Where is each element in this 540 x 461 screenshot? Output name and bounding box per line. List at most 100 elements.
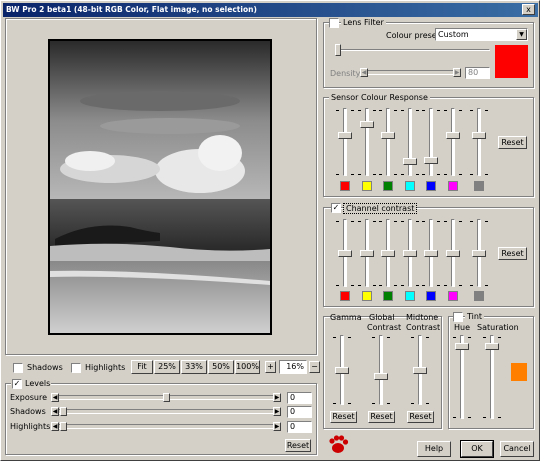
chevron-down-icon[interactable]: ▼ — [516, 29, 527, 40]
tone-slider-thumb-2[interactable] — [413, 366, 427, 374]
sensor-slider-thumb-4[interactable] — [424, 156, 438, 164]
tint-slider-tick — [468, 417, 471, 418]
sensor-slider-track-5[interactable] — [451, 108, 455, 176]
sensor-slider-thumb-3[interactable] — [403, 158, 417, 166]
tone-slider-tick — [372, 403, 375, 404]
sensor-slider-track-6[interactable] — [477, 108, 481, 176]
window-title: BW Pro 2 beta1 (48-bit RGB Color, Flat i… — [6, 5, 257, 14]
lens-hue-slider[interactable] — [335, 44, 490, 56]
sensor-slider-track-1[interactable] — [365, 108, 369, 176]
tint-slider-tick — [453, 417, 456, 418]
tint-slider-tick — [453, 337, 456, 338]
channel-slider-tick — [485, 285, 488, 286]
levels-highlights-value[interactable]: 0 — [287, 421, 312, 433]
channel-slider-thumb-0[interactable] — [338, 249, 352, 257]
sensor-slider-thumb-6[interactable] — [472, 132, 486, 140]
zoom-50-button[interactable]: 50% — [208, 360, 234, 374]
channel-slider-tick — [416, 285, 419, 286]
tone-slider-tick — [348, 337, 351, 338]
tint-colour-swatch[interactable] — [511, 363, 527, 381]
density-value[interactable]: 80 — [465, 67, 490, 79]
hue-label: Hue — [454, 323, 471, 332]
lens-filter-checkbox[interactable] — [329, 18, 339, 28]
sensor-slider-tick — [437, 174, 440, 175]
lens-colour-swatch[interactable] — [495, 45, 528, 78]
zoom-25-button[interactable]: 25% — [154, 360, 180, 374]
density-slider[interactable]: ◀ ▶ — [360, 68, 461, 77]
channel-slider-thumb-5[interactable] — [446, 249, 460, 257]
channel-slider-tick — [351, 221, 354, 222]
midtone-contrast-label-2: Contrast — [406, 323, 441, 332]
zoom-in-button[interactable]: + — [265, 361, 276, 373]
highlights-checkbox[interactable] — [71, 363, 81, 373]
channel-slider-tick — [470, 221, 473, 222]
tint-slider-tick — [483, 417, 486, 418]
sensor-slider-tick — [459, 174, 462, 175]
midtone-contrast-reset-button[interactable]: Reset — [407, 411, 434, 423]
channel-slider-thumb-1[interactable] — [360, 249, 374, 257]
channel-contrast-checkbox[interactable]: ✓ — [331, 203, 341, 213]
slider-thumb[interactable] — [60, 407, 67, 416]
levels-checkbox[interactable]: ✓ — [12, 379, 22, 389]
sensor-reset-button[interactable]: Reset — [498, 136, 527, 149]
channel-slider-thumb-4[interactable] — [424, 249, 438, 257]
sensor-slider-thumb-5[interactable] — [446, 132, 460, 140]
help-button[interactable]: Help — [417, 441, 451, 457]
sensor-slider-tick — [422, 174, 425, 175]
sensor-slider-tick — [394, 174, 397, 175]
tone-slider-thumb-0[interactable] — [335, 366, 349, 374]
sensor-slider-tick — [336, 110, 339, 111]
gamma-label: Gamma — [330, 313, 362, 322]
cancel-button[interactable]: Cancel — [500, 441, 534, 457]
zoom-100-button[interactable]: 100% — [235, 360, 260, 374]
channel-slider-thumb-2[interactable] — [381, 249, 395, 257]
sensor-slider-tick — [459, 110, 462, 111]
channel-slider-swatch-2 — [383, 291, 393, 301]
sensor-slider-thumb-1[interactable] — [360, 121, 374, 129]
sensor-slider-thumb-0[interactable] — [338, 132, 352, 140]
channel-reset-button[interactable]: Reset — [498, 247, 527, 260]
levels-exposure-value[interactable]: 0 — [287, 392, 312, 404]
levels-exposure-slider[interactable]: ◀ ▶ — [51, 393, 281, 402]
levels-reset-button[interactable]: Reset — [285, 439, 311, 452]
zoom-33-button[interactable]: 33% — [181, 360, 207, 374]
levels-highlights-slider[interactable]: ◀ ▶ — [51, 422, 281, 431]
slider-thumb[interactable] — [60, 422, 67, 431]
tone-slider-thumb-1[interactable] — [374, 372, 388, 380]
sensor-slider-thumb-2[interactable] — [381, 132, 395, 140]
tint-slider-thumb-0[interactable] — [455, 342, 469, 350]
ok-button[interactable]: OK — [460, 440, 494, 458]
zoom-fit-button[interactable]: Fit — [131, 360, 153, 374]
channel-slider-thumb-6[interactable] — [472, 249, 486, 257]
slider-thumb[interactable] — [162, 393, 170, 402]
gamma-reset-button[interactable]: Reset — [330, 411, 357, 423]
zoom-value-field[interactable]: 16% — [279, 360, 307, 374]
sensor-slider-track-3[interactable] — [408, 108, 412, 176]
sensor-slider-tick — [401, 110, 404, 111]
sensor-slider-track-0[interactable] — [343, 108, 347, 176]
channel-slider-thumb-3[interactable] — [403, 249, 417, 257]
sensor-slider-tick — [336, 174, 339, 175]
sensor-slider-track-4[interactable] — [429, 108, 433, 176]
global-contrast-label-2: Contrast — [367, 323, 402, 332]
zoom-out-button[interactable]: − — [309, 361, 320, 373]
tint-checkbox[interactable] — [453, 312, 463, 322]
sensor-slider-tick — [351, 174, 354, 175]
channel-slider-tick — [351, 285, 354, 286]
channel-slider-tick — [422, 285, 425, 286]
tone-slider-tick — [411, 403, 414, 404]
levels-shadows-slider[interactable]: ◀ ▶ — [51, 407, 281, 416]
shadows-checkbox[interactable] — [13, 363, 23, 373]
channel-slider-tick — [373, 221, 376, 222]
paw-logo-icon — [327, 433, 349, 455]
close-button[interactable]: x — [522, 4, 535, 15]
global-contrast-reset-button[interactable]: Reset — [368, 411, 395, 423]
channel-contrast-title: Channel contrast — [343, 203, 418, 214]
sensor-slider-track-2[interactable] — [386, 108, 390, 176]
sensor-slider-swatch-6 — [474, 181, 484, 191]
tint-slider-thumb-1[interactable] — [485, 342, 499, 350]
colour-preset-select[interactable]: Custom ▼ — [435, 28, 528, 41]
levels-shadows-value[interactable]: 0 — [287, 406, 312, 418]
sensor-slider-tick — [351, 110, 354, 111]
tone-slider-track-1[interactable] — [379, 335, 383, 405]
